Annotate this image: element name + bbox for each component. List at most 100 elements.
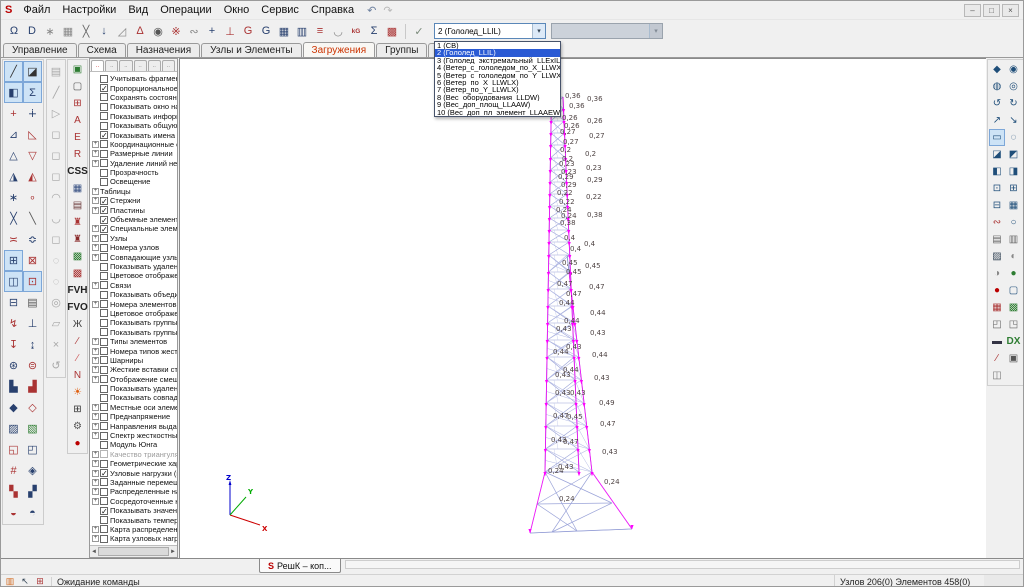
apply-button[interactable]: ✓: [410, 22, 428, 40]
tree-item[interactable]: Показывать объеди: [92, 290, 177, 299]
edit-tool-icon[interactable]: ▟: [23, 376, 42, 397]
checkbox[interactable]: [100, 244, 108, 252]
edit-tool-icon[interactable]: ╳: [4, 208, 23, 229]
view-tool-icon[interactable]: ◩: [1006, 146, 1022, 163]
view-tool-icon[interactable]: ▢: [1006, 282, 1022, 299]
expand-icon[interactable]: +: [92, 357, 99, 364]
checkbox[interactable]: [100, 75, 108, 83]
edit-tool-icon[interactable]: ◫: [4, 271, 23, 292]
edit-tool-icon[interactable]: ⊞: [4, 250, 23, 271]
toolbar-icon[interactable]: D: [23, 22, 41, 40]
utility-tool-icon[interactable]: CSS: [69, 163, 86, 180]
checkbox[interactable]: [100, 93, 108, 101]
view-tool-icon[interactable]: ▬: [989, 333, 1005, 350]
view-tool-icon[interactable]: ◨: [1006, 163, 1022, 180]
edit-tool-icon[interactable]: ⊛: [4, 355, 23, 376]
tree-item[interactable]: +Геометрические хара: [92, 459, 177, 468]
edit-tool-icon[interactable]: ⊡: [23, 271, 42, 292]
edit-tool-icon[interactable]: ⊥: [23, 313, 42, 334]
edit-tool-icon[interactable]: ⊜: [23, 355, 42, 376]
status-icon[interactable]: ↖: [18, 576, 32, 587]
tree-item[interactable]: +✓Узловые нагрузки (м: [92, 468, 177, 477]
settings-tab[interactable]: ..: [119, 60, 132, 71]
checkbox[interactable]: ✓: [100, 216, 108, 224]
toolbar-icon[interactable]: ◿: [113, 22, 131, 40]
view-tool-icon[interactable]: ▤: [989, 231, 1005, 248]
edit-tool-icon[interactable]: ⊟: [4, 292, 23, 313]
edit-tool-icon[interactable]: ↧: [4, 334, 23, 355]
expand-icon[interactable]: +: [92, 188, 99, 195]
checkbox[interactable]: ✓: [100, 206, 108, 214]
tree-item[interactable]: +Отображение смеще: [92, 375, 177, 384]
scrollbar-thumb[interactable]: [98, 547, 169, 556]
utility-tool-icon[interactable]: ♜: [69, 214, 86, 231]
settings-tab[interactable]: ..: [91, 60, 104, 71]
checkbox[interactable]: [100, 150, 108, 158]
expand-icon[interactable]: +: [92, 488, 99, 495]
expand-icon[interactable]: +: [92, 150, 99, 157]
edit-tool-icon[interactable]: ▽: [23, 145, 42, 166]
dropdown-option[interactable]: 2 (Гололед_LLIL): [435, 49, 560, 56]
select-tool-icon[interactable]: ◌: [48, 271, 64, 292]
edit-tool-icon[interactable]: ⊿: [4, 124, 23, 145]
edit-tool-icon[interactable]: ◆: [4, 397, 23, 418]
tree-item[interactable]: +Жесткие вставки сте: [92, 365, 177, 374]
tree-item[interactable]: Прозрачность: [92, 168, 177, 177]
edit-tool-icon[interactable]: ∔: [23, 103, 42, 124]
edit-tool-icon[interactable]: Σ: [23, 82, 42, 103]
view-tool-icon[interactable]: ▩: [1006, 299, 1022, 316]
tab-item[interactable]: Узлы и Элементы: [201, 43, 301, 57]
toolbar-icon[interactable]: kG: [347, 22, 365, 40]
tree-item[interactable]: +Таблицы: [92, 187, 177, 196]
tree-item[interactable]: +Качество триангуляц: [92, 450, 177, 459]
tree-item[interactable]: ✓Пропорциональное з: [92, 83, 177, 92]
settings-tab[interactable]: ..: [148, 60, 161, 71]
tree-item[interactable]: Показывать группы н: [92, 318, 177, 327]
checkbox[interactable]: ✓: [100, 225, 108, 233]
expand-icon[interactable]: +: [92, 282, 99, 289]
dropdown-option[interactable]: 9 (Вес_доп_площ_LLAAW): [435, 101, 560, 108]
toolbar-icon[interactable]: ※: [167, 22, 185, 40]
dropdown-option[interactable]: 7 (Ветер_по_Y_LLWLX): [435, 86, 560, 93]
checkbox[interactable]: [100, 328, 108, 336]
dropdown-option[interactable]: 4 (Ветер_с_гололедом_по_X_LLWXIL): [435, 64, 560, 71]
view-tool-icon[interactable]: ◧: [989, 163, 1005, 180]
expand-icon[interactable]: +: [92, 366, 99, 373]
select-tool-icon[interactable]: ▷: [48, 103, 64, 124]
checkbox[interactable]: [100, 413, 108, 421]
checkbox[interactable]: [100, 366, 108, 374]
checkbox[interactable]: [100, 432, 108, 440]
checkbox[interactable]: [100, 356, 108, 364]
select-tool-icon[interactable]: ▤: [48, 61, 64, 82]
tree-item[interactable]: +Координационные ос: [92, 140, 177, 149]
tree-item[interactable]: Показывать темпера: [92, 515, 177, 524]
tree-item[interactable]: Показывать информ: [92, 112, 177, 121]
utility-tool-icon[interactable]: ∕: [69, 333, 86, 350]
view-tool-icon[interactable]: ∕: [989, 350, 1005, 367]
expand-icon[interactable]: +: [92, 470, 99, 477]
utility-tool-icon[interactable]: ▤: [69, 197, 86, 214]
tree-item[interactable]: +Узлы: [92, 234, 177, 243]
toolbar-icon[interactable]: ▥: [293, 22, 311, 40]
select-tool-icon[interactable]: ╱: [48, 82, 64, 103]
checkbox[interactable]: ✓: [100, 131, 108, 139]
utility-tool-icon[interactable]: R: [69, 146, 86, 163]
checkbox[interactable]: [100, 525, 108, 533]
view-tool-icon[interactable]: ◑: [989, 265, 1005, 282]
expand-icon[interactable]: +: [92, 413, 99, 420]
checkbox[interactable]: [100, 478, 108, 486]
checkbox[interactable]: [100, 441, 108, 449]
tree-item[interactable]: Показывать окно нав: [92, 102, 177, 111]
dropdown-option[interactable]: 8 (Вес_оборудования_LLDW): [435, 94, 560, 101]
view-tool-icon[interactable]: ◎: [1006, 78, 1022, 95]
toolbar-icon[interactable]: ↓: [95, 22, 113, 40]
view-tool-icon[interactable]: ▥: [1006, 231, 1022, 248]
checkbox[interactable]: [100, 422, 108, 430]
checkbox[interactable]: [100, 140, 108, 148]
tree-item[interactable]: +✓Стержни: [92, 196, 177, 205]
checkbox[interactable]: [100, 535, 108, 543]
edit-tool-icon[interactable]: ◈: [23, 460, 42, 481]
view-tool-icon[interactable]: ↺: [989, 95, 1005, 112]
edit-tool-icon[interactable]: ↨: [23, 334, 42, 355]
tree-item[interactable]: +Размерные линии: [92, 149, 177, 158]
